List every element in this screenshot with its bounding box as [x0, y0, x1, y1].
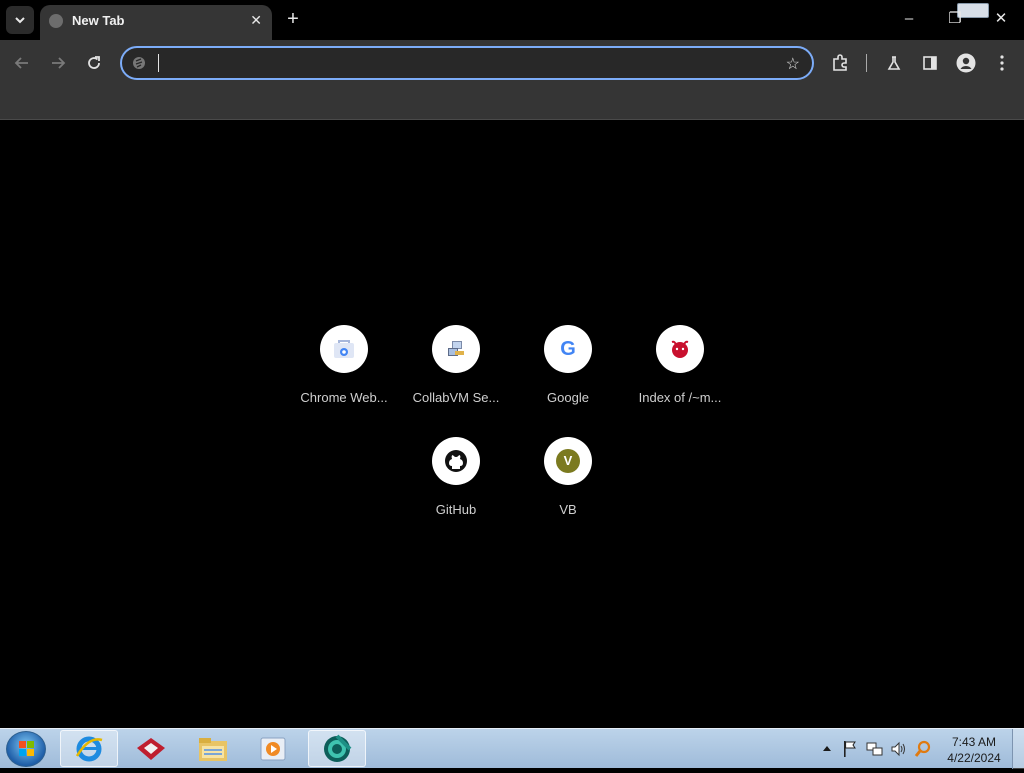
- shortcut-label: CollabVM Se...: [412, 390, 500, 405]
- letter-v-icon: V: [544, 437, 592, 485]
- action-center-flag-icon[interactable]: [842, 740, 858, 758]
- side-panel-button[interactable]: [919, 52, 941, 74]
- bookmarks-bar: [0, 85, 1024, 120]
- start-button[interactable]: [6, 731, 46, 767]
- site-info-icon[interactable]: [131, 55, 147, 71]
- forward-button[interactable]: [47, 52, 69, 74]
- search-magnifier-icon[interactable]: [914, 740, 932, 758]
- new-tab-button[interactable]: +: [282, 8, 304, 30]
- internet-explorer-icon: [75, 736, 103, 761]
- toolbar-divider: [866, 54, 867, 72]
- shortcut-tile[interactable]: G Google: [512, 325, 624, 429]
- taskbar-internet-explorer[interactable]: [60, 730, 118, 767]
- address-bar[interactable]: ☆: [120, 46, 814, 80]
- file-explorer-icon: [199, 737, 227, 761]
- minimize-button[interactable]: –: [898, 8, 920, 30]
- three-dots-icon: [1000, 55, 1004, 71]
- labs-button[interactable]: [883, 52, 905, 74]
- network-icon[interactable]: [866, 740, 884, 758]
- clock-time: 7:43 AM: [951, 735, 997, 749]
- tab-close-icon[interactable]: ✕: [250, 12, 262, 29]
- close-window-button[interactable]: ✕: [990, 8, 1012, 30]
- menu-button[interactable]: [991, 52, 1013, 74]
- chrome-beta-icon: [324, 734, 352, 762]
- side-panel-icon: [923, 56, 937, 70]
- star-icon[interactable]: ☆: [786, 54, 800, 74]
- puzzle-icon: [833, 54, 847, 71]
- extensions-button[interactable]: [829, 52, 851, 74]
- tab-strip: New Tab ✕ + – ❐ ✕: [0, 0, 1024, 40]
- taskbar-media-player[interactable]: [244, 730, 302, 767]
- media-player-icon: [260, 737, 286, 760]
- system-clock[interactable]: 7:43 AM 4/22/2024: [942, 734, 1006, 766]
- browser-window: New Tab ✕ + – ❐ ✕ ☆ Chrome Web... Collab…: [0, 0, 1024, 728]
- toolbar: ☆: [0, 40, 1024, 85]
- chevron-down-icon: [15, 17, 25, 24]
- shortcut-label: Chrome Web...: [300, 390, 388, 405]
- reload-button[interactable]: [83, 52, 105, 74]
- tab-title: New Tab: [72, 13, 125, 28]
- arrow-right-icon: [52, 57, 66, 69]
- globe-icon: [49, 14, 63, 28]
- shortcut-tile[interactable]: Chrome Web...: [288, 325, 400, 429]
- windows-logo-icon: [19, 741, 34, 756]
- shortcut-label: Google: [547, 390, 589, 405]
- shortcut-tile[interactable]: GitHub: [400, 437, 512, 541]
- collabvm-icon: [432, 325, 480, 373]
- tab-new-tab[interactable]: New Tab ✕: [40, 5, 272, 40]
- taskbar-filezilla[interactable]: [122, 730, 180, 767]
- back-button[interactable]: [11, 52, 33, 74]
- clock-date: 4/22/2024: [947, 751, 1001, 765]
- taskbar: 7:43 AM 4/22/2024: [0, 728, 1024, 769]
- shortcut-label: VB: [559, 502, 577, 517]
- taskbar-chrome-beta[interactable]: [308, 730, 366, 767]
- volume-icon[interactable]: [890, 740, 908, 758]
- arrow-left-icon: [14, 57, 28, 69]
- shortcut-label: GitHub: [435, 502, 477, 517]
- tray-expand-icon[interactable]: [822, 744, 832, 752]
- show-desktop-button[interactable]: [1012, 729, 1024, 769]
- address-input[interactable]: [156, 53, 776, 73]
- github-icon: [432, 437, 480, 485]
- chrome-web-store-icon: [320, 325, 368, 373]
- text-caret: [158, 54, 159, 72]
- filezilla-icon: [137, 737, 165, 760]
- restore-button[interactable]: ❐: [944, 8, 966, 30]
- google-icon: G: [544, 325, 592, 373]
- shortcut-label: Index of /~m...: [638, 390, 722, 405]
- profile-button[interactable]: [955, 52, 977, 74]
- taskbar-file-explorer[interactable]: [184, 730, 242, 767]
- reload-icon: [88, 56, 100, 69]
- profile-icon: [956, 53, 976, 73]
- freebsd-icon: [656, 325, 704, 373]
- shortcut-tile[interactable]: CollabVM Se...: [400, 325, 512, 429]
- flask-icon: [887, 56, 901, 70]
- shortcut-tile[interactable]: Index of /~m...: [624, 325, 736, 429]
- shortcut-tile[interactable]: V VB: [512, 437, 624, 541]
- tab-search-button[interactable]: [6, 6, 34, 34]
